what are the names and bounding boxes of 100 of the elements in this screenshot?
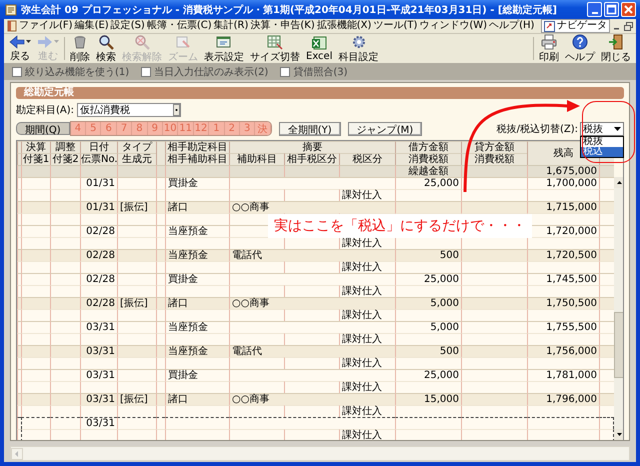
vertical-scrollbar[interactable] — [614, 177, 623, 440]
maximize-button[interactable] — [604, 2, 619, 17]
all-period-button[interactable]: 全期間(Y) — [278, 122, 341, 136]
maximize-icon — [605, 3, 618, 16]
menu-item[interactable]: 集計(R) — [212, 20, 250, 32]
table-row[interactable]: 03/31 [振伝] 諸口 ○○商事 15,000 1,796,000 — [17, 393, 614, 405]
column-header: タイプ — [117, 141, 156, 153]
toolbar-button[interactable]: 閉じる — [598, 34, 634, 63]
column-header: 決算 — [21, 141, 50, 153]
close-button[interactable] — [621, 2, 636, 17]
column-header: 相手税区分 — [284, 153, 339, 165]
navigator-button[interactable]: ナビゲータ — [541, 19, 610, 33]
table-cell: 1,700,000 — [546, 178, 597, 189]
horizontal-scrollbar[interactable] — [10, 446, 630, 461]
toolbar-button[interactable]: 削除 — [67, 34, 93, 63]
close-icon — [622, 3, 635, 16]
table-cell: 25,000 — [424, 178, 459, 189]
zoom-icon — [175, 34, 191, 50]
toolbar-button[interactable]: 表示設定 — [201, 34, 247, 63]
checkbox[interactable] — [141, 66, 152, 76]
navigator-icon — [544, 20, 555, 32]
checkbox-label: 貸借照合(3) — [293, 66, 348, 78]
toolbar-button[interactable]: Excel — [303, 34, 336, 63]
menu-item[interactable]: 拡張機能(X) — [316, 20, 372, 32]
table-cell: 課対仕入 — [342, 190, 382, 201]
toolbar-button[interactable]: 印刷 — [536, 34, 562, 63]
field-label: 税抜/税込切替(Z): — [496, 122, 578, 136]
table-row[interactable]: 03/31 当座預金 電話代 500 1,756,000 — [17, 345, 614, 357]
checkbox[interactable] — [280, 66, 290, 76]
table-row[interactable]: 02/28 当座預金 電話代 500 1,720,500 — [17, 249, 614, 261]
table-cell: 1,720,500 — [546, 250, 597, 261]
scrollbar-thumb[interactable] — [614, 312, 623, 378]
menu-item[interactable]: 決算・申告(K) — [249, 20, 316, 32]
restore-icon[interactable] — [624, 22, 633, 30]
gear-icon — [350, 34, 366, 50]
table-cell: 5,000 — [430, 322, 459, 333]
table-row[interactable]: 03/31 当座預金 5,000 1,755,500 — [17, 321, 614, 333]
jump-button[interactable]: ジャンプ(M) — [348, 122, 422, 136]
table-cell: 繰越金額 — [395, 165, 461, 177]
table-cell: 01/31 — [86, 202, 115, 213]
table-cell: 03/31 — [86, 346, 115, 357]
column-header: 摘要 — [229, 141, 395, 153]
caret-icon — [26, 40, 31, 44]
table-cell: [振伝] — [120, 298, 148, 309]
table-cell: 1,715,000 — [546, 202, 597, 213]
table-cell: 課対仕入 — [342, 334, 382, 345]
table-cell: 1,750,500 — [546, 298, 597, 309]
app-icon — [5, 4, 17, 16]
column-header: 補助科目 — [229, 153, 284, 165]
column-header: 付箋2 — [50, 153, 80, 165]
table-cell: 15,000 — [424, 394, 459, 405]
table-cell: 課対仕入 — [342, 430, 382, 440]
table-cell: 02/28 — [86, 274, 115, 285]
menu-item[interactable]: 帳簿・伝票(C) — [146, 20, 213, 32]
table-cell: 諸口 — [168, 298, 188, 309]
table-cell: 1,755,500 — [546, 322, 597, 333]
trash-icon — [72, 34, 88, 50]
table-cell: 03/31 — [86, 322, 115, 333]
toolbar-button[interactable]: サイズ切替 — [247, 34, 303, 63]
menu-item[interactable]: 編集(E) — [74, 20, 110, 32]
scroll-down-icon[interactable] — [614, 429, 623, 440]
table-cell: 02/28 — [86, 250, 115, 261]
table-cell: 当座預金 — [168, 250, 208, 261]
dropdown-icon — [173, 104, 180, 116]
column-header: 相手補助科目 — [165, 153, 229, 165]
scroll-up-icon[interactable] — [614, 177, 623, 188]
period-button[interactable]: 期間(Q) — [16, 122, 70, 135]
table-cell: 03/31 — [86, 394, 115, 405]
toolbar-button[interactable]: 科目設定 — [336, 34, 382, 63]
checkbox[interactable] — [12, 66, 22, 76]
table-row[interactable]: 01/31 買掛金 25,000 1,700,000 — [17, 177, 614, 189]
toolbar-button[interactable]: ヘルプ — [562, 34, 598, 63]
menu-item[interactable]: ファイル(F) — [18, 20, 74, 32]
table-cell: 課対仕入 — [342, 238, 382, 249]
table-row[interactable]: 02/28 買掛金 25,000 1,745,500 — [17, 273, 614, 285]
column-header: 日付 — [80, 141, 117, 153]
table-cell: 電話代 — [232, 346, 262, 357]
column-header: 貸方金額 — [461, 141, 527, 153]
table-cell: 25,000 — [424, 370, 459, 381]
table-cell: 1,796,000 — [546, 394, 597, 405]
table-cell: 課対仕入 — [342, 406, 382, 417]
menu-item[interactable]: ウィンドウ(W) — [418, 20, 488, 32]
table-cell: 25,000 — [424, 274, 459, 285]
table-row[interactable]: 03/31 買掛金 25,000 1,781,000 — [17, 369, 614, 381]
table-row[interactable]: 03/31 — [17, 417, 614, 429]
table-row[interactable]: 01/31 [振伝] 諸口 ○○商事 1,715,000 — [17, 201, 614, 213]
table-row[interactable]: 02/28 [振伝] 諸口 ○○商事 5,000 1,750,500 — [17, 297, 614, 309]
table-cell: 1,756,000 — [546, 346, 597, 357]
menu-item[interactable]: ツール(T) — [372, 20, 418, 32]
toolbar-button[interactable]: 検索 — [93, 34, 119, 63]
minimize-icon — [592, 12, 598, 14]
column-header: 調整 — [50, 141, 80, 153]
window-title: 弥生会計 09 プロフェッショナル - 消費税サンプル・第1期(平成20年04月01日-平成21年03月31日) - [総勘定元帳] — [21, 3, 558, 16]
tax-mode-dropdown[interactable]: 税抜 — [580, 122, 624, 136]
toolbar-button[interactable]: 戻る — [6, 34, 34, 63]
table-cell: [振伝] — [120, 394, 148, 405]
menu-item[interactable]: ヘルプ(H) — [488, 20, 536, 32]
minimize-button[interactable] — [587, 2, 602, 17]
menu-item[interactable]: 設定(S) — [110, 20, 146, 32]
account-dropdown[interactable]: 仮払消費税 — [77, 103, 182, 117]
